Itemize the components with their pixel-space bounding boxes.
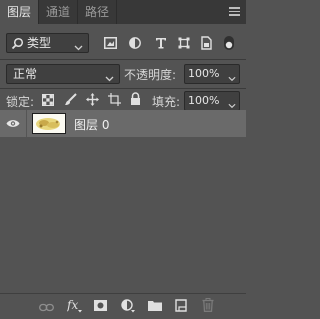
svg-text:fx: fx: [67, 298, 78, 312]
layer-name[interactable]: 图层 0: [74, 116, 109, 133]
smart-object-filter-icon[interactable]: [201, 36, 212, 50]
layers-panel: 图层 通道 路径 类型 正常 不透明度: 100% 锁定: 填充: 100% 图…: [0, 0, 246, 319]
tab-paths[interactable]: 路径: [78, 0, 116, 24]
lock-transparent-icon[interactable]: [42, 94, 54, 106]
opacity-field[interactable]: 100%: [184, 64, 240, 84]
chevron-down-icon: [105, 71, 114, 85]
add-mask-icon[interactable]: [94, 300, 107, 314]
filter-kind-select[interactable]: 类型: [6, 33, 89, 53]
layer-row[interactable]: 图层 0: [0, 110, 246, 137]
tab-layers[interactable]: 图层: [0, 0, 38, 24]
lock-label: 锁定:: [6, 95, 35, 109]
layers-bottom-toolbar: fx: [0, 293, 246, 319]
fill-value: 100%: [188, 94, 220, 107]
blend-mode-value: 正常: [13, 67, 38, 81]
eye-icon: [6, 119, 20, 128]
pixel-filter-icon[interactable]: [104, 37, 117, 49]
panel-tab-bar: 图层 通道 路径: [0, 0, 246, 24]
lock-image-icon[interactable]: [64, 93, 77, 106]
search-icon: [11, 37, 24, 50]
row-divider: [0, 88, 246, 89]
lock-artboard-icon[interactable]: [108, 93, 121, 106]
chevron-down-icon: [74, 40, 83, 54]
panel-menu-icon[interactable]: [229, 7, 240, 16]
tab-channels[interactable]: 通道: [39, 0, 77, 24]
lock-all-icon[interactable]: [130, 92, 141, 106]
type-filter-icon[interactable]: [155, 37, 167, 49]
filter-toggle-icon[interactable]: [223, 35, 235, 51]
lock-position-icon[interactable]: [86, 93, 99, 106]
adjustment-layer-icon[interactable]: [121, 299, 136, 316]
fx-icon[interactable]: fx: [66, 298, 83, 316]
fill-field[interactable]: 100%: [184, 91, 240, 111]
row-divider: [0, 59, 246, 60]
new-group-icon[interactable]: [148, 300, 162, 314]
filter-kind-label: 类型: [27, 36, 52, 50]
delete-layer-icon[interactable]: [202, 298, 214, 315]
tab-separator: [116, 0, 117, 24]
link-layers-icon[interactable]: [39, 301, 54, 315]
adjustment-filter-icon[interactable]: [129, 37, 141, 49]
visibility-separator: [26, 110, 27, 137]
visibility-toggle[interactable]: [0, 110, 26, 137]
shape-filter-icon[interactable]: [178, 37, 190, 49]
chevron-down-icon: [228, 71, 236, 85]
layer-thumbnail[interactable]: [32, 113, 66, 134]
opacity-value: 100%: [188, 67, 220, 80]
opacity-label[interactable]: 不透明度:: [124, 66, 176, 83]
blend-mode-select[interactable]: 正常: [6, 64, 120, 84]
new-layer-icon[interactable]: [175, 299, 187, 315]
fill-label[interactable]: 填充:: [152, 93, 180, 110]
